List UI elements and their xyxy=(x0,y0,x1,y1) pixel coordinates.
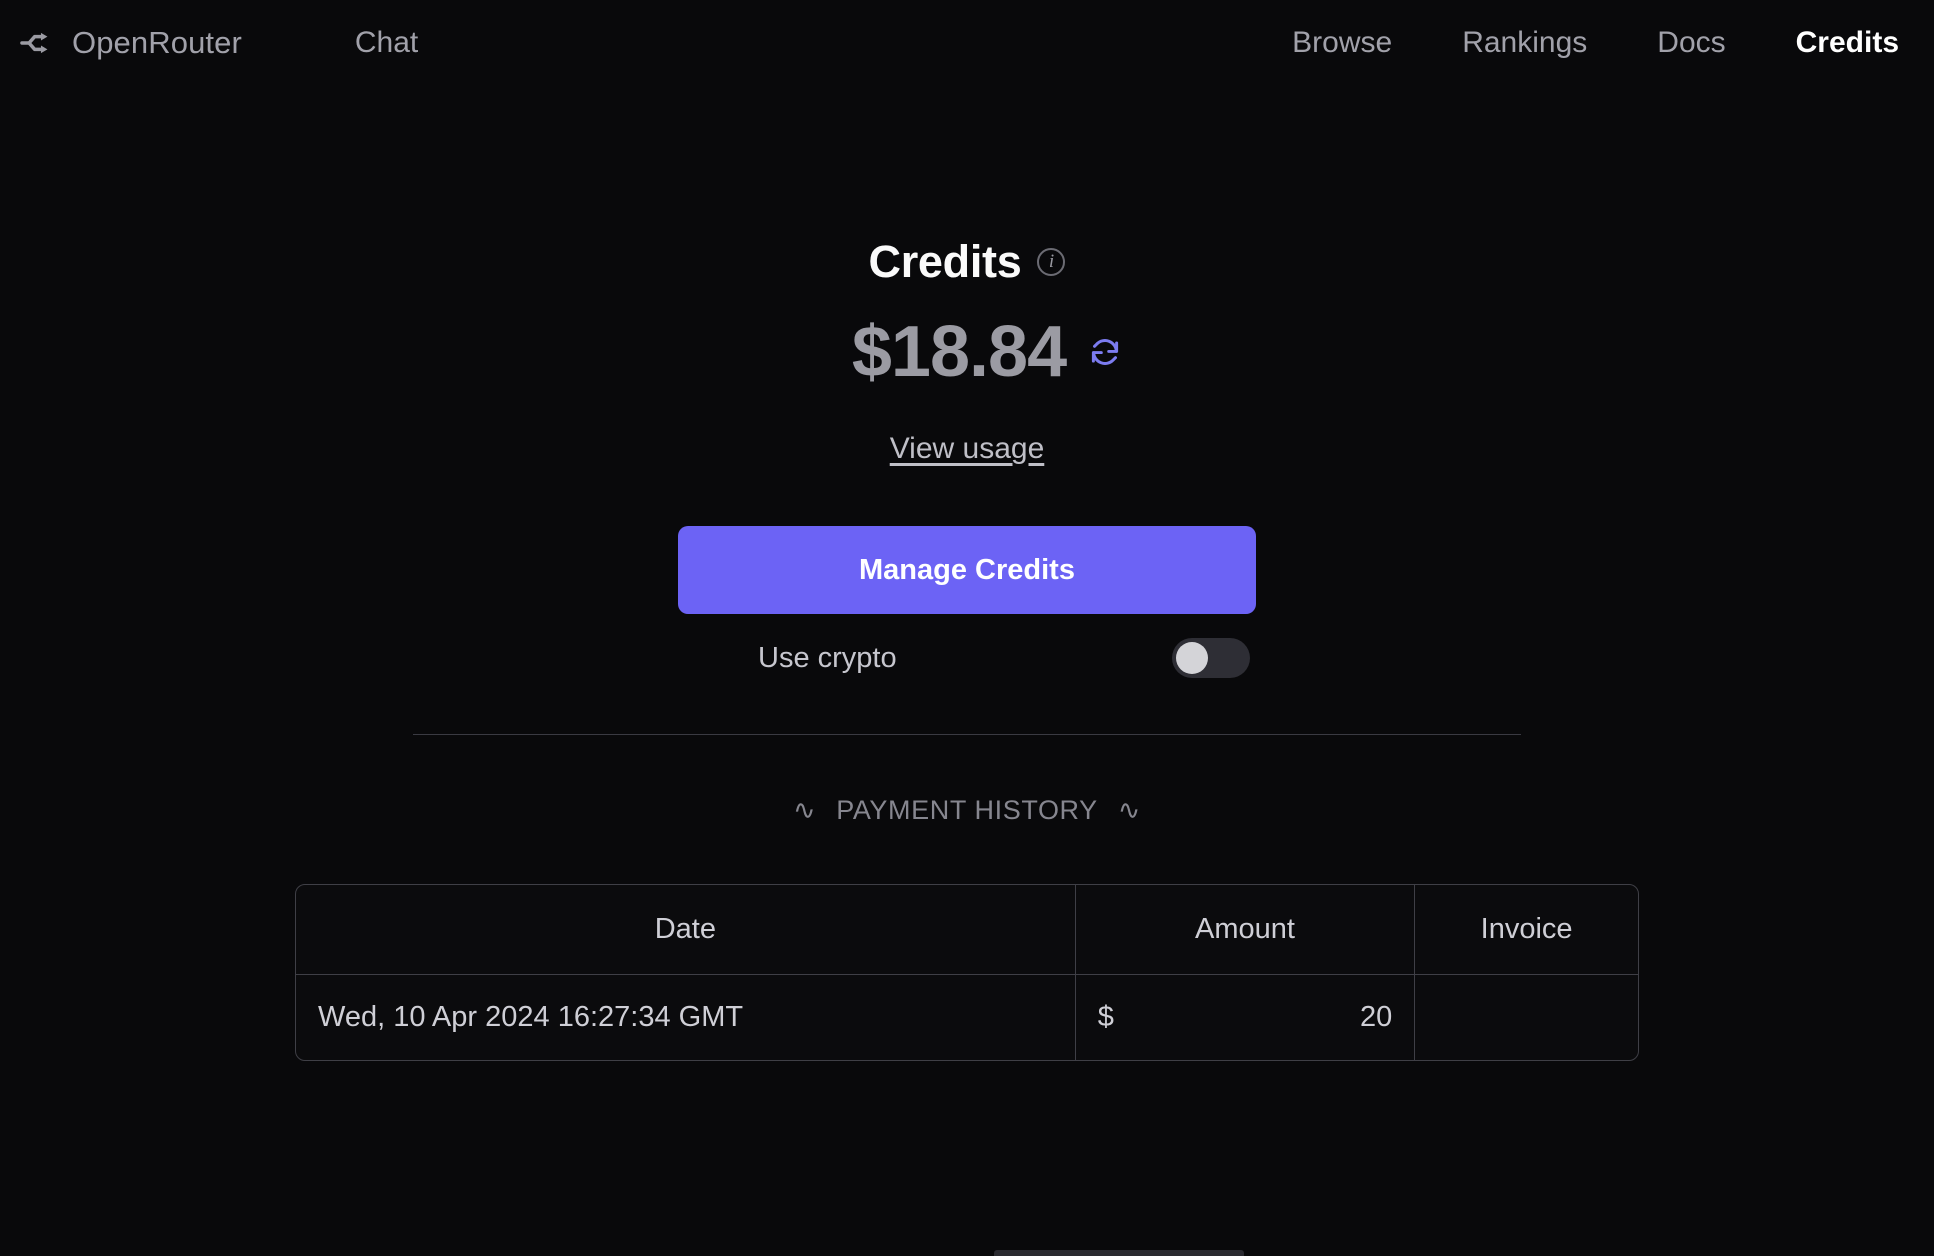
column-header-invoice[interactable]: Invoice xyxy=(1414,885,1638,975)
cell-date: Wed, 10 Apr 2024 16:27:34 GMT xyxy=(318,1001,744,1033)
nav-right-links: Browse Rankings Docs Credits xyxy=(1257,26,1934,60)
amount-currency-symbol: $ xyxy=(1097,1001,1114,1033)
cell-invoice[interactable] xyxy=(1414,975,1638,1060)
table-head: Date Amount Invoice xyxy=(296,885,1638,975)
info-circle-icon[interactable]: i xyxy=(1037,248,1066,276)
nav-link-credits[interactable]: Credits xyxy=(1761,26,1934,60)
credits-title-row: Credits i xyxy=(869,236,1066,288)
credit-balance-amount: $18.84 xyxy=(851,312,1067,392)
column-header-amount[interactable]: Amount xyxy=(1074,885,1415,975)
nav-link-chat[interactable]: Chat xyxy=(320,26,453,60)
nav-link-browse[interactable]: Browse xyxy=(1257,26,1427,60)
payment-history-heading: ∿ PAYMENT HISTORY ∿ xyxy=(793,795,1141,826)
credits-page: Credits i $18.84 View usage Manage Credi… xyxy=(0,86,1934,1256)
brand-name: OpenRouter xyxy=(72,25,242,60)
nav-left-links: Chat xyxy=(320,26,453,60)
top-navbar: OpenRouter Chat Browse Rankings Docs Cre… xyxy=(0,0,1934,86)
nav-link-rankings[interactable]: Rankings xyxy=(1427,26,1622,60)
brand-home-link[interactable]: OpenRouter xyxy=(18,24,242,62)
column-header-date[interactable]: Date xyxy=(296,885,1075,975)
page-title: Credits xyxy=(868,236,1022,287)
amount-value: 20 xyxy=(1359,1001,1393,1033)
table-row: Wed, 10 Apr 2024 16:27:34 GMT $ 20 xyxy=(296,975,1638,1060)
payment-history-table-wrapper: Date Amount Invoice Wed, 10 Apr 2024 16:… xyxy=(295,884,1639,1061)
balance-row: $18.84 xyxy=(812,316,1122,388)
refresh-sync-icon[interactable] xyxy=(1088,335,1122,369)
squiggle-ornament-right: ∿ xyxy=(1117,795,1142,825)
openrouter-logo-icon xyxy=(18,24,56,62)
squiggle-ornament-left: ∿ xyxy=(792,795,817,825)
bottom-partial-element xyxy=(994,1250,1244,1256)
view-usage-link[interactable]: View usage xyxy=(890,432,1045,466)
amount-cell-inner: $ 20 xyxy=(1098,1001,1393,1034)
use-crypto-label: Use crypto xyxy=(758,641,897,674)
payment-history-table: Date Amount Invoice Wed, 10 Apr 2024 16:… xyxy=(295,884,1639,1061)
toggle-knob xyxy=(1176,642,1208,674)
use-crypto-toggle[interactable] xyxy=(1172,638,1250,678)
use-crypto-row: Use crypto xyxy=(678,638,1256,678)
table-header-row: Date Amount Invoice xyxy=(296,885,1638,975)
table-body: Wed, 10 Apr 2024 16:27:34 GMT $ 20 xyxy=(296,975,1638,1060)
cell-amount: $ 20 xyxy=(1074,975,1415,1060)
section-divider xyxy=(413,734,1521,735)
payment-history-title: PAYMENT HISTORY xyxy=(836,795,1098,825)
credits-content-column: Credits i $18.84 View usage Manage Credi… xyxy=(0,86,1934,1061)
nav-link-docs[interactable]: Docs xyxy=(1622,26,1760,60)
manage-credits-button[interactable]: Manage Credits xyxy=(678,526,1256,614)
